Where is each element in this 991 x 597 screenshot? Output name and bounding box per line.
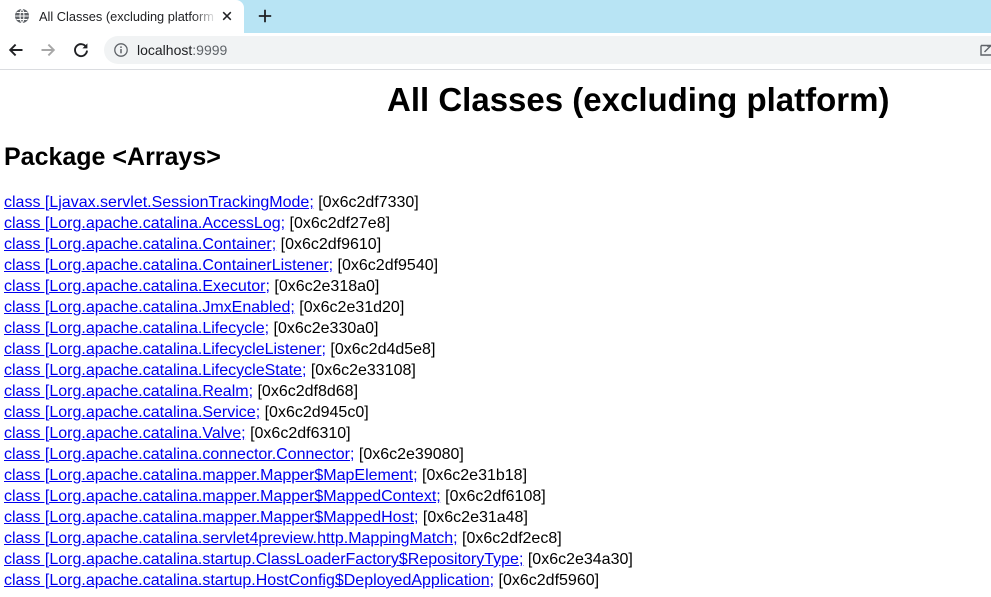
- class-list-item: class [Lorg.apache.catalina.startup.Clas…: [4, 549, 633, 570]
- class-list-item: class [Lorg.apache.catalina.servlet4prev…: [4, 528, 633, 549]
- class-link[interactable]: class [Lorg.apache.catalina.LifecycleLis…: [4, 341, 326, 358]
- arrow-left-icon[interactable]: [7, 41, 25, 59]
- package-heading: Package <Arrays>: [4, 143, 221, 171]
- object-address: [0x6c2e31d20]: [299, 299, 405, 316]
- object-address: [0x6c2e318a0]: [274, 278, 380, 295]
- class-list-item: class [Lorg.apache.catalina.connector.Co…: [4, 444, 633, 465]
- class-link[interactable]: class [Lorg.apache.catalina.connector.Co…: [4, 446, 354, 463]
- class-list: class [Ljavax.servlet.SessionTrackingMod…: [4, 192, 633, 591]
- class-list-item: class [Lorg.apache.catalina.mapper.Mappe…: [4, 507, 633, 528]
- class-link[interactable]: class [Lorg.apache.catalina.Valve;: [4, 425, 246, 442]
- globe-icon: [14, 8, 30, 24]
- tab-strip: All Classes (excluding platform: [0, 0, 991, 33]
- address-bar[interactable]: localhost:9999: [104, 36, 991, 64]
- class-link[interactable]: class [Lorg.apache.catalina.mapper.Mappe…: [4, 488, 441, 505]
- class-link[interactable]: class [Lorg.apache.catalina.Container;: [4, 236, 276, 253]
- class-link[interactable]: class [Lorg.apache.catalina.AccessLog;: [4, 215, 285, 232]
- object-address: [0x6c2d4d5e8]: [330, 341, 436, 358]
- object-address: [0x6c2d945c0]: [264, 404, 369, 421]
- class-list-item: class [Lorg.apache.catalina.Service; [0x…: [4, 402, 633, 423]
- arrow-right-icon[interactable]: [39, 41, 57, 59]
- class-list-item: class [Lorg.apache.catalina.Executor; [0…: [4, 276, 633, 297]
- object-address: [0x6c2e33108]: [310, 362, 416, 379]
- class-list-item: class [Lorg.apache.catalina.Realm; [0x6c…: [4, 381, 633, 402]
- page-content: All Classes (excluding platform) Package…: [0, 70, 991, 597]
- class-list-item: class [Lorg.apache.catalina.startup.Host…: [4, 570, 633, 591]
- tab-all-classes[interactable]: All Classes (excluding platform: [0, 0, 244, 33]
- object-address: [0x6c2e330a0]: [273, 320, 379, 337]
- browser-toolbar: localhost:9999: [0, 33, 991, 69]
- class-link[interactable]: class [Lorg.apache.catalina.startup.Clas…: [4, 551, 523, 568]
- class-list-item: class [Lorg.apache.catalina.JmxEnabled; …: [4, 297, 633, 318]
- object-address: [0x6c2e31b18]: [422, 467, 528, 484]
- class-list-item: class [Lorg.apache.catalina.Lifecycle; […: [4, 318, 633, 339]
- object-address: [0x6c2e39080]: [358, 446, 464, 463]
- object-address: [0x6c2df5960]: [498, 572, 600, 589]
- class-link[interactable]: class [Lorg.apache.catalina.LifecycleSta…: [4, 362, 306, 379]
- class-link[interactable]: class [Lorg.apache.catalina.ContainerLis…: [4, 257, 333, 274]
- class-list-item: class [Lorg.apache.catalina.mapper.Mappe…: [4, 465, 633, 486]
- class-link[interactable]: class [Lorg.apache.catalina.startup.Host…: [4, 572, 494, 589]
- class-list-item: class [Lorg.apache.catalina.LifecycleSta…: [4, 360, 633, 381]
- close-icon[interactable]: [219, 8, 235, 24]
- class-list-item: class [Lorg.apache.catalina.mapper.Mappe…: [4, 486, 633, 507]
- class-link[interactable]: class [Lorg.apache.catalina.mapper.Mappe…: [4, 509, 418, 526]
- object-address: [0x6c2df27e8]: [289, 215, 391, 232]
- tab-title: All Classes (excluding platform: [39, 9, 214, 24]
- plus-icon[interactable]: [257, 8, 273, 24]
- class-list-item: class [Lorg.apache.catalina.ContainerLis…: [4, 255, 633, 276]
- class-list-item: class [Ljavax.servlet.SessionTrackingMod…: [4, 192, 633, 213]
- class-list-item: class [Lorg.apache.catalina.Container; […: [4, 234, 633, 255]
- object-address: [0x6c2e34a30]: [527, 551, 633, 568]
- object-address: [0x6c2df6108]: [445, 488, 546, 505]
- url-port: :9999: [192, 42, 228, 58]
- url-host: localhost: [137, 42, 193, 58]
- reload-icon[interactable]: [72, 41, 90, 59]
- class-list-item: class [Lorg.apache.catalina.Valve; [0x6c…: [4, 423, 633, 444]
- class-link[interactable]: class [Lorg.apache.catalina.Realm;: [4, 383, 253, 400]
- class-link[interactable]: class [Lorg.apache.catalina.mapper.Mappe…: [4, 467, 418, 484]
- page-title: All Classes (excluding platform): [387, 81, 890, 118]
- install-app-icon[interactable]: [979, 42, 991, 58]
- object-address: [0x6c2df2ec8]: [462, 530, 562, 547]
- class-list-item: class [Lorg.apache.catalina.LifecycleLis…: [4, 339, 633, 360]
- class-link[interactable]: class [Ljavax.servlet.SessionTrackingMod…: [4, 194, 314, 211]
- object-address: [0x6c2df7330]: [318, 194, 419, 211]
- object-address: [0x6c2e31a48]: [422, 509, 528, 526]
- class-link[interactable]: class [Lorg.apache.catalina.Service;: [4, 404, 260, 421]
- info-icon[interactable]: [114, 43, 128, 57]
- class-link[interactable]: class [Lorg.apache.catalina.Lifecycle;: [4, 320, 269, 337]
- url-text[interactable]: localhost:9999: [137, 36, 227, 64]
- object-address: [0x6c2df8d68]: [257, 383, 359, 400]
- object-address: [0x6c2df9540]: [337, 257, 439, 274]
- class-link[interactable]: class [Lorg.apache.catalina.JmxEnabled;: [4, 299, 295, 316]
- class-list-item: class [Lorg.apache.catalina.AccessLog; […: [4, 213, 633, 234]
- object-address: [0x6c2df9610]: [280, 236, 382, 253]
- class-link[interactable]: class [Lorg.apache.catalina.Executor;: [4, 278, 270, 295]
- class-link[interactable]: class [Lorg.apache.catalina.servlet4prev…: [4, 530, 458, 547]
- object-address: [0x6c2df6310]: [250, 425, 351, 442]
